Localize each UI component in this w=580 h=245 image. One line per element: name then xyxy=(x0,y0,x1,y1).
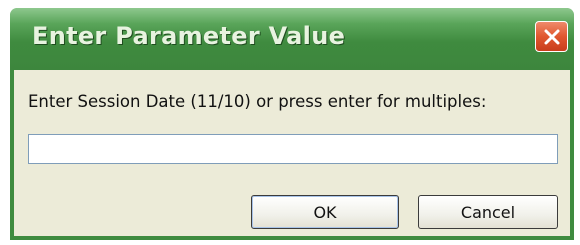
close-x-icon xyxy=(543,28,561,46)
prompt-label: Enter Session Date (11/10) or press ente… xyxy=(28,92,487,111)
parameter-value-input[interactable] xyxy=(28,134,558,164)
title-bar[interactable]: Enter Parameter Value xyxy=(10,8,574,70)
dialog-body: Enter Session Date (11/10) or press ente… xyxy=(14,70,570,236)
cancel-button[interactable]: Cancel xyxy=(418,195,558,229)
dialog-title: Enter Parameter Value xyxy=(32,22,346,50)
parameter-dialog: Enter Parameter Value Enter Session Date… xyxy=(10,8,574,240)
ok-button[interactable]: OK xyxy=(251,195,399,229)
close-button[interactable] xyxy=(535,21,568,52)
